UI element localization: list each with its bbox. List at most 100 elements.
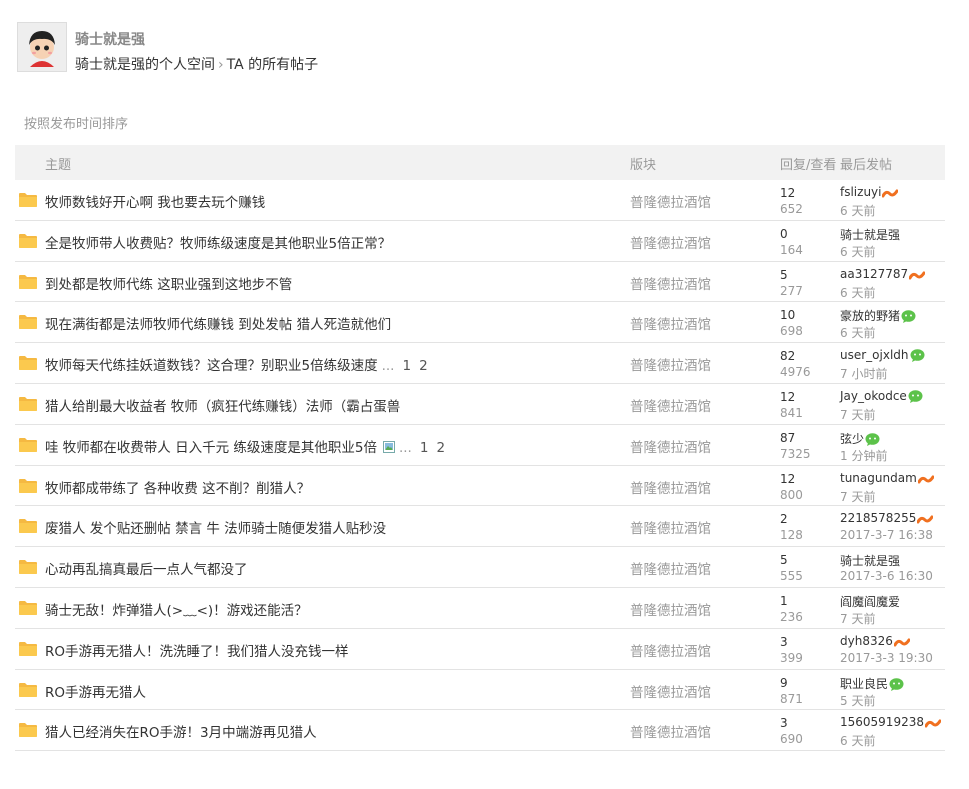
thread-title-link[interactable]: 牧师每天代练挂妖道数钱？这合理？别职业5倍练级速度 [45,358,378,374]
thread-row: 全是牧师带人收费贴？牧师练级速度是其他职业5倍正常？ 普隆德拉酒馆 0 164 骑士就是… [15,221,945,262]
thread-title: 牧师每天代练挂妖道数钱？这合理？别职业5倍练级速度... 1 2 [45,354,428,374]
thread-title-link[interactable]: 到处都是牧师代练 这职业强到这地步不管 [45,277,292,293]
thread-title-link[interactable]: 全是牧师带人收费贴？牧师练级速度是其他职业5倍正常？ [45,236,391,252]
reply-count: 12 [780,186,796,200]
last-poster-link[interactable]: 骑士就是强 [840,228,900,242]
forum-link[interactable]: 普隆德拉酒馆 [630,191,711,211]
folder-icon [19,437,37,452]
forum-link[interactable]: 普隆德拉酒馆 [630,477,711,497]
forum-link[interactable]: 普隆德拉酒馆 [630,395,711,415]
last-poster-link[interactable]: dyh8326 [840,634,893,648]
last-post-time[interactable]: 7 天前 [840,610,875,627]
page-link[interactable]: 1 [402,358,411,374]
last-post-time[interactable]: 2017-3-6 16:30 [840,569,933,583]
last-poster-link[interactable]: tunagundam [840,471,917,485]
last-poster-link[interactable]: user_ojxldh [840,348,909,362]
view-count: 652 [780,202,803,216]
last-poster: 阎魔阎魔爱 [840,593,900,610]
thread-title-link[interactable]: RO手游再无猎人 [45,685,146,701]
last-post-time[interactable]: 6 天前 [840,324,875,341]
last-poster: 2218578255 [840,511,934,528]
forum-link[interactable]: 普隆德拉酒馆 [630,558,711,578]
last-poster: fslizuyi [840,185,899,202]
last-poster-link[interactable]: 职业良民 [840,677,888,691]
reply-count: 12 [780,471,796,486]
sort-by-time-label[interactable]: 按照发布时间排序 [24,113,128,132]
last-post-time[interactable]: 1 分钟前 [840,447,887,464]
last-post-time[interactable]: 7 天前 [840,488,875,505]
thread-list: 牧师数钱好开心啊 我也要去玩个赚钱 普隆德拉酒馆 12 652 fslizuyi 6 天前… [15,180,945,752]
forum-link[interactable]: 普隆德拉酒馆 [630,232,711,252]
last-post-time[interactable]: 2017-3-7 16:38 [840,528,933,542]
thread-title-link[interactable]: 猎人已经消失在RO手游！3月中端游再见猎人 [45,725,317,741]
thread-title-link[interactable]: 现在满街都是法师牧师代练赚钱 到处发帖 猎人死造就他们 [45,317,391,333]
avatar[interactable] [17,22,67,72]
last-poster-link[interactable]: 骑士就是强 [840,554,900,568]
folder-icon [19,518,37,534]
last-post-time[interactable]: 6 天前 [840,732,875,749]
thread-title-link[interactable]: 废猎人 发个贴还删帖 禁言 牛 法师骑士随便发猎人贴秒没 [45,521,386,537]
view-count: 277 [780,283,803,298]
breadcrumb-separator: › [218,57,224,73]
thread-title-link[interactable]: 牧师数钱好开心啊 我也要去玩个赚钱 [45,195,265,211]
weibo-icon [881,188,899,202]
wechat-icon [910,349,925,365]
last-post-time[interactable]: 2017-3-3 19:30 [840,651,933,665]
last-poster-link[interactable]: aa3127787 [840,267,908,281]
forum-link[interactable]: 普隆德拉酒馆 [630,313,711,333]
last-poster-link[interactable]: 2218578255 [840,511,916,525]
title-ellipsis: ... [398,439,412,456]
thread-title-link[interactable]: 牧师都成带练了 各种收费 这不削？削猎人？ [45,481,310,497]
reply-count: 2 [780,512,788,527]
thread-title-link[interactable]: 哇 牧师都在收费带人 日入千元 练级速度是其他职业5倍 [45,440,377,456]
forum-link[interactable]: 普隆德拉酒馆 [630,640,711,660]
weibo-icon [893,637,911,651]
forum-link[interactable]: 普隆德拉酒馆 [630,273,711,293]
last-poster-link[interactable]: 弦少 [840,432,864,446]
last-post-time[interactable]: 6 天前 [840,284,875,301]
forum-link[interactable]: 普隆德拉酒馆 [630,599,711,619]
last-poster-link[interactable]: 15605919238 [840,715,924,729]
folder-icon [19,355,37,371]
view-count: 800 [780,487,803,502]
thread-title-link[interactable]: 骑士无敌！炸弹猎人(>﹏<)！游戏还能活？ [45,603,308,619]
last-poster-link[interactable]: 阎魔阎魔爱 [840,595,900,609]
thread-title: 到处都是牧师代练 这职业强到这地步不管 [45,273,292,293]
page-link[interactable]: 2 [436,440,445,456]
breadcrumb-space-link[interactable]: 骑士就是强的个人空间 [75,57,215,73]
forum-link[interactable]: 普隆德拉酒馆 [630,354,711,374]
thread-title-link[interactable]: 心动再乱搞真最后一点人气都没了 [45,562,248,578]
table-header: 主题 版块 回复/查看 最后发帖 [15,145,945,180]
weibo-icon [916,514,934,528]
last-poster: user_ojxldh [840,348,925,365]
reply-count: 5 [780,267,788,282]
last-poster-link[interactable]: fslizuyi [840,185,881,199]
wechat-icon [901,310,916,326]
last-post-time[interactable]: 7 天前 [840,406,875,423]
last-post-time[interactable]: 7 小时前 [840,365,887,382]
last-poster-link[interactable]: 豪放的野猪 [840,309,900,323]
last-post-time[interactable]: 5 天前 [840,692,875,709]
forum-link[interactable]: 普隆德拉酒馆 [630,681,711,701]
weibo-icon [908,270,926,284]
column-last-post: 最后发帖 [840,158,893,173]
page-link[interactable]: 1 [420,440,429,456]
column-forum: 版块 [630,158,657,173]
last-poster-link[interactable]: Jay_okodce [840,389,907,403]
view-count: 841 [780,405,803,420]
reply-count: 82 [780,349,796,364]
profile-username[interactable]: 骑士就是强 [75,29,145,49]
page-link[interactable]: 2 [419,358,428,374]
reply-count: 10 [780,308,796,323]
thread-title-link[interactable]: RO手游再无猎人！洗洗睡了！我们猎人没充钱一样 [45,644,349,660]
forum-link[interactable]: 普隆德拉酒馆 [630,721,711,741]
last-post-time[interactable]: 6 天前 [840,243,875,260]
image-attachment-icon [382,440,395,453]
forum-link[interactable]: 普隆德拉酒馆 [630,517,711,537]
thread-title-link[interactable]: 猎人给削最大收益者 牧师（疯狂代练赚钱）法师（霸占蛋兽 [45,399,400,415]
last-post-time[interactable]: 6 天前 [840,202,875,219]
thread-title: 心动再乱搞真最后一点人气都没了 [45,558,248,578]
thread-row: 废猎人 发个贴还删帖 禁言 牛 法师骑士随便发猎人贴秒没 普隆德拉酒馆 2 128 22… [15,506,945,548]
breadcrumb: 骑士就是强的个人空间 › TA 的所有帖子 [75,54,318,74]
forum-link[interactable]: 普隆德拉酒馆 [630,436,711,456]
